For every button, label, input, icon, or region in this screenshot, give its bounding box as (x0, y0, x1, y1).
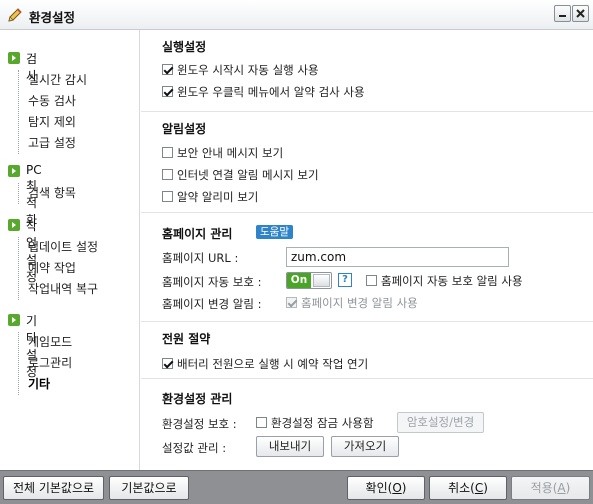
group-bullet-icon (8, 165, 20, 177)
homepage-protect-toggle[interactable]: On (286, 272, 332, 289)
env-manage-label: 설정값 관리 : (162, 441, 227, 455)
checkbox-label: 보안 안내 메시지 보기 (177, 146, 284, 160)
notifier-checkbox[interactable]: 알약 알리미 보기 (162, 190, 258, 206)
checkbox-box[interactable] (256, 417, 267, 428)
sidebar: 검사 실시간 감시 수동 검사 탐지 제외 고급 설정 PC 최적화 검색 항목… (0, 30, 140, 470)
settings-content: 실행설정 윈도우 시작시 자동 실행 사용 윈도우 우클릭 메뉴에서 알약 검사… (141, 30, 593, 470)
sidebar-item-search-items[interactable]: 검색 항목 (28, 183, 76, 204)
section-run: 실행설정 윈도우 시작시 자동 실행 사용 윈도우 우클릭 메뉴에서 알약 검사… (141, 30, 593, 112)
help-link[interactable]: 도움말 (256, 225, 293, 239)
checkbox-box[interactable] (162, 64, 173, 75)
sidebar-item-manual-scan[interactable]: 수동 검사 (28, 91, 87, 112)
reset-all-button[interactable]: 전체 기본값으로 (3, 476, 104, 500)
password-button[interactable]: 암호설정/변경 (397, 412, 484, 433)
group-bullet-icon (8, 314, 20, 326)
sidebar-item-update[interactable]: 업데이트 설정 (28, 237, 98, 258)
homepage-protect-label: 홈페이지 자동 보호 : (162, 275, 262, 289)
sidebar-item-restore[interactable]: 작업내역 복구 (28, 279, 98, 300)
checkbox-label: 윈도우 우클릭 메뉴에서 알약 검사 사용 (177, 85, 365, 99)
homepage-change-alert-checkbox: 홈페이지 변경 알림 사용 (286, 296, 418, 312)
section-alert: 알림설정 보안 안내 메시지 보기 인터넷 연결 알림 메시지 보기 알약 알리… (141, 112, 593, 213)
section-title: 전원 절약 (162, 332, 211, 346)
sidebar-item-advanced[interactable]: 고급 설정 (28, 133, 87, 154)
section-title: 알림설정 (162, 122, 207, 136)
toggle-on-label: On (287, 273, 311, 288)
window-title: 환경설정 (29, 10, 76, 25)
checkbox-label: 배터리 전원으로 실행 시 예약 작업 연기 (177, 357, 369, 371)
section-power: 전원 절약 배터리 전원으로 실행 시 예약 작업 연기 (141, 322, 593, 379)
homepage-protect-alert-checkbox[interactable]: 홈페이지 자동 보호 알림 사용 (366, 274, 523, 290)
ok-button[interactable]: 확인(O) (347, 476, 425, 500)
sidebar-item-scheduled[interactable]: 예약 작업 (28, 258, 98, 279)
sidebar-item-log[interactable]: 로그관리 (28, 353, 72, 374)
homepage-change-label: 홈페이지 변경 알림 : (162, 297, 262, 311)
sidebar-item-realtime[interactable]: 실시간 감시 (28, 70, 87, 91)
reset-button[interactable]: 기본값으로 (109, 476, 189, 500)
checkbox-label: 인터넷 연결 알림 메시지 보기 (177, 168, 319, 182)
close-icon (576, 9, 585, 18)
env-protect-label: 환경설정 보호 : (162, 417, 237, 431)
checkbox-label: 윈도우 시작시 자동 실행 사용 (177, 63, 319, 77)
internet-message-checkbox[interactable]: 인터넷 연결 알림 메시지 보기 (162, 168, 319, 184)
battery-delay-checkbox[interactable]: 배터리 전원으로 실행 시 예약 작업 연기 (162, 357, 368, 373)
checkbox-label: 환경설정 잠금 사용함 (271, 416, 374, 430)
minimize-icon (559, 15, 566, 17)
footer-bar: 전체 기본값으로 기본값으로 확인(O) 취소(C) 적용(A) (0, 470, 593, 504)
close-button[interactable] (572, 5, 589, 22)
checkbox-box[interactable] (162, 191, 173, 202)
checkbox-box[interactable] (162, 86, 173, 97)
section-title: 환경설정 관리 (162, 392, 233, 406)
title-bar: 환경설정 (0, 0, 593, 30)
checkbox-box[interactable] (162, 358, 173, 369)
homepage-url-label: 홈페이지 URL : (162, 251, 239, 265)
checkbox-box[interactable] (162, 169, 173, 180)
checkbox-label: 홈페이지 변경 알림 사용 (301, 296, 418, 310)
checkbox-box (286, 297, 297, 308)
export-button[interactable]: 내보내기 (256, 436, 324, 457)
sidebar-item-etc[interactable]: 기타 (28, 374, 72, 395)
pencil-icon (8, 8, 22, 22)
checkbox-box[interactable] (366, 275, 377, 286)
import-button[interactable]: 가져오기 (331, 436, 399, 457)
section-title: 홈페이지 관리 (162, 227, 233, 241)
minimize-button[interactable] (554, 5, 571, 22)
checkbox-label: 홈페이지 자동 보호 알림 사용 (381, 274, 523, 288)
checkbox-label: 알약 알리미 보기 (177, 190, 259, 204)
group-bullet-icon (8, 52, 20, 64)
security-message-checkbox[interactable]: 보안 안내 메시지 보기 (162, 146, 283, 162)
homepage-url-input[interactable] (286, 247, 509, 267)
toggle-knob (313, 274, 330, 287)
env-lock-checkbox[interactable]: 환경설정 잠금 사용함 (256, 416, 374, 432)
context-menu-checkbox[interactable]: 윈도우 우클릭 메뉴에서 알약 검사 사용 (162, 85, 365, 101)
checkbox-box[interactable] (162, 147, 173, 158)
section-title: 실행설정 (162, 40, 207, 54)
group-bullet-icon (8, 219, 20, 231)
sidebar-item-game-mode[interactable]: 게임모드 (28, 332, 72, 353)
sidebar-item-exclusion[interactable]: 탐지 제외 (28, 112, 87, 133)
autostart-checkbox[interactable]: 윈도우 시작시 자동 실행 사용 (162, 63, 319, 79)
cancel-button[interactable]: 취소(C) (429, 476, 507, 500)
help-question-icon[interactable]: ? (338, 273, 352, 287)
apply-button[interactable]: 적용(A) (511, 476, 590, 500)
